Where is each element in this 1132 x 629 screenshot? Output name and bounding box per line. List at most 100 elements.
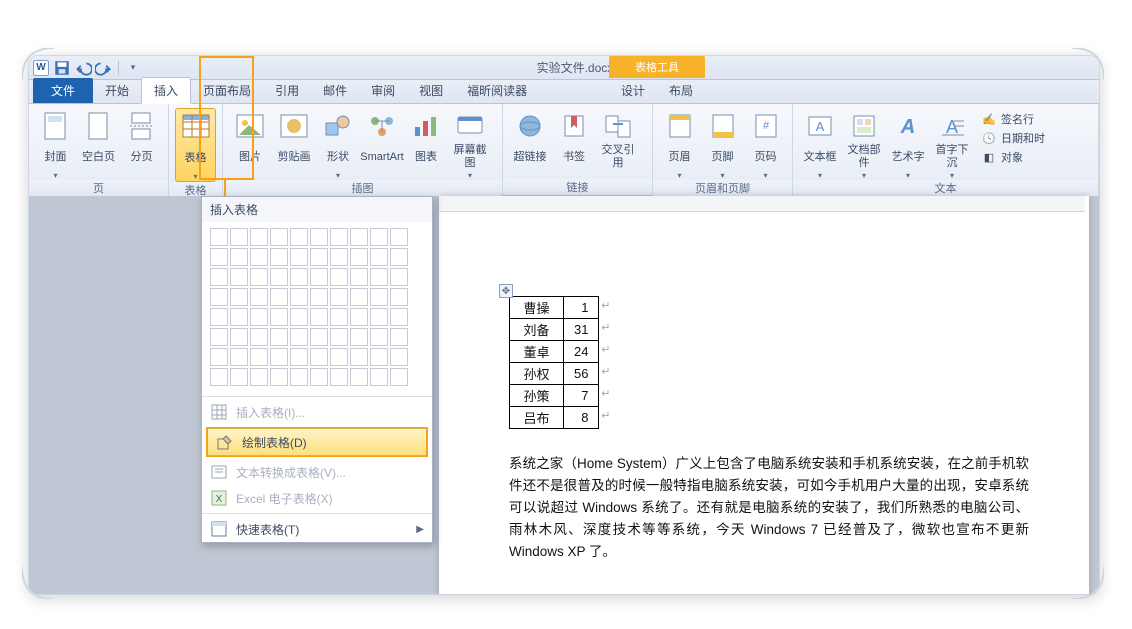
- btn-bookmark[interactable]: 书签: [553, 108, 595, 170]
- btn-chart[interactable]: 图表: [405, 108, 447, 170]
- btn-textbox[interactable]: A文本框▾: [799, 108, 841, 180]
- grid-cell[interactable]: [250, 288, 268, 306]
- grid-cell[interactable]: [330, 248, 348, 266]
- grid-cell[interactable]: [350, 328, 368, 346]
- grid-cell[interactable]: [390, 328, 408, 346]
- tab-insert[interactable]: 插入: [141, 77, 191, 104]
- grid-cell[interactable]: [230, 268, 248, 286]
- grid-cell[interactable]: [210, 288, 228, 306]
- grid-cell[interactable]: [370, 288, 388, 306]
- tab-review[interactable]: 审阅: [359, 78, 407, 103]
- tab-references[interactable]: 引用: [263, 78, 311, 103]
- grid-cell[interactable]: [250, 308, 268, 326]
- btn-header[interactable]: 页眉▾: [659, 108, 700, 180]
- grid-cell[interactable]: [350, 248, 368, 266]
- grid-cell[interactable]: [250, 268, 268, 286]
- grid-cell[interactable]: [210, 268, 228, 286]
- grid-cell[interactable]: [370, 308, 388, 326]
- btn-cover-page[interactable]: 封面▾: [35, 108, 76, 180]
- menu-excel-spreadsheet[interactable]: X Excel 电子表格(X): [202, 485, 432, 511]
- grid-cell[interactable]: [250, 348, 268, 366]
- grid-cell[interactable]: [270, 368, 288, 386]
- undo-icon[interactable]: [74, 59, 92, 77]
- grid-cell[interactable]: [330, 328, 348, 346]
- grid-cell[interactable]: [390, 368, 408, 386]
- grid-cell[interactable]: [250, 328, 268, 346]
- btn-shapes[interactable]: 形状▾: [317, 108, 359, 180]
- table-cell-name[interactable]: 刘备: [510, 319, 564, 341]
- btn-signature-line[interactable]: ✍签名行: [977, 110, 1049, 128]
- table-size-grid[interactable]: [202, 222, 432, 394]
- menu-quick-tables[interactable]: 快速表格(T) ▶: [202, 516, 432, 542]
- table-row[interactable]: 刘备31↵: [510, 319, 599, 341]
- menu-draw-table[interactable]: 绘制表格(D): [208, 428, 426, 456]
- grid-cell[interactable]: [290, 248, 308, 266]
- grid-cell[interactable]: [210, 348, 228, 366]
- menu-convert-text[interactable]: 文本转换成表格(V)...: [202, 459, 432, 485]
- grid-cell[interactable]: [270, 348, 288, 366]
- grid-cell[interactable]: [270, 248, 288, 266]
- grid-cell[interactable]: [230, 248, 248, 266]
- tab-mailings[interactable]: 邮件: [311, 78, 359, 103]
- table-row[interactable]: 孙权56↵: [510, 363, 599, 385]
- grid-cell[interactable]: [370, 228, 388, 246]
- table-cell-value[interactable]: 1↵: [564, 297, 599, 319]
- page[interactable]: ✥ 曹操1↵刘备31↵董卓24↵孙权56↵孙策7↵吕布8↵ 系统之家（Home …: [439, 196, 1089, 595]
- grid-cell[interactable]: [290, 288, 308, 306]
- grid-cell[interactable]: [270, 228, 288, 246]
- table-row[interactable]: 吕布8↵: [510, 407, 599, 429]
- grid-cell[interactable]: [370, 348, 388, 366]
- grid-cell[interactable]: [330, 348, 348, 366]
- grid-cell[interactable]: [230, 368, 248, 386]
- btn-footer[interactable]: 页脚▾: [702, 108, 743, 180]
- save-icon[interactable]: [53, 59, 71, 77]
- grid-cell[interactable]: [290, 348, 308, 366]
- table-cell-value[interactable]: 7↵: [564, 385, 599, 407]
- btn-dropcap[interactable]: A首字下沉▾: [931, 108, 973, 180]
- btn-smartart[interactable]: SmartArt: [361, 108, 403, 170]
- btn-date-time[interactable]: 🕓日期和时: [977, 129, 1049, 147]
- grid-cell[interactable]: [390, 248, 408, 266]
- table-cell-value[interactable]: 8↵: [564, 407, 599, 429]
- tab-table-design[interactable]: 设计: [609, 78, 657, 103]
- grid-cell[interactable]: [230, 328, 248, 346]
- grid-cell[interactable]: [390, 268, 408, 286]
- tab-view[interactable]: 视图: [407, 78, 455, 103]
- btn-quickparts[interactable]: 文档部件▾: [843, 108, 885, 180]
- grid-cell[interactable]: [330, 308, 348, 326]
- tab-foxit[interactable]: 福昕阅读器: [455, 78, 539, 103]
- grid-cell[interactable]: [310, 228, 328, 246]
- tab-file[interactable]: 文件: [33, 78, 93, 103]
- grid-cell[interactable]: [210, 248, 228, 266]
- redo-icon[interactable]: [95, 59, 113, 77]
- grid-cell[interactable]: [370, 328, 388, 346]
- grid-cell[interactable]: [310, 308, 328, 326]
- grid-cell[interactable]: [330, 268, 348, 286]
- grid-cell[interactable]: [250, 248, 268, 266]
- grid-cell[interactable]: [210, 308, 228, 326]
- grid-cell[interactable]: [310, 348, 328, 366]
- menu-insert-table[interactable]: 插入表格(I)...: [202, 399, 432, 425]
- grid-cell[interactable]: [330, 228, 348, 246]
- grid-cell[interactable]: [270, 268, 288, 286]
- grid-cell[interactable]: [310, 368, 328, 386]
- grid-cell[interactable]: [310, 248, 328, 266]
- grid-cell[interactable]: [290, 228, 308, 246]
- grid-cell[interactable]: [290, 308, 308, 326]
- btn-page-number[interactable]: #页码▾: [745, 108, 786, 180]
- grid-cell[interactable]: [290, 268, 308, 286]
- table-cell-name[interactable]: 孙策: [510, 385, 564, 407]
- grid-cell[interactable]: [310, 288, 328, 306]
- grid-cell[interactable]: [210, 328, 228, 346]
- btn-hyperlink[interactable]: 超链接: [509, 108, 551, 170]
- table-cell-name[interactable]: 孙权: [510, 363, 564, 385]
- grid-cell[interactable]: [210, 228, 228, 246]
- table-cell-name[interactable]: 董卓: [510, 341, 564, 363]
- grid-cell[interactable]: [290, 368, 308, 386]
- grid-cell[interactable]: [390, 228, 408, 246]
- horizontal-ruler[interactable]: [439, 196, 1085, 212]
- btn-page-break[interactable]: 分页: [121, 108, 162, 170]
- tab-table-layout[interactable]: 布局: [657, 78, 705, 103]
- btn-picture[interactable]: 图片: [229, 108, 271, 170]
- grid-cell[interactable]: [330, 288, 348, 306]
